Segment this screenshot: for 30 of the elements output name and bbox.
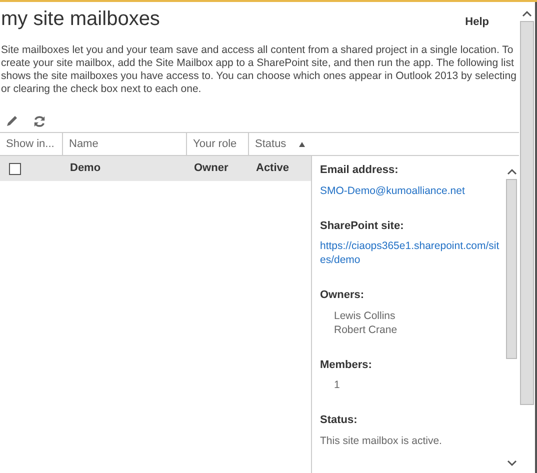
column-header[interactable]: Your role	[186, 133, 248, 155]
scroll-up-icon[interactable]	[506, 168, 516, 175]
field-label: Members:	[320, 358, 373, 372]
column-header[interactable]: Name	[62, 133, 186, 155]
checkbox[interactable]	[9, 162, 21, 174]
page-title: my site mailboxes	[0, 7, 160, 32]
column-header[interactable]: Show in...	[0, 133, 62, 155]
scrollbar-thumb[interactable]	[506, 179, 517, 359]
table-row[interactable]: Demo Owner Active	[0, 156, 311, 181]
scrollbar-thumb[interactable]	[520, 21, 534, 405]
status-text: This site mailbox is active.	[320, 434, 443, 448]
scroll-down-icon[interactable]	[506, 460, 516, 467]
column-header[interactable]: Status	[248, 133, 311, 155]
pencil-icon[interactable]	[5, 114, 19, 128]
field-label: Email address:	[320, 163, 400, 178]
link[interactable]: https://ciaops365e1.sharepoint.com/sites/demo	[320, 239, 505, 267]
list-item: 1	[333, 378, 341, 392]
list-item: Lewis Collins	[333, 308, 396, 322]
description: Site mailboxes let you and your team save and access all content from a shared project in a single location. To create your site mailbox, add the Site Mailbox app to a SharePoint site, and then run the app. The following list shows the site mailboxes you have access to. You can choose which ones appear in Outlook 2013 by selecting or clearing the check box next to each one.	[0, 44, 518, 96]
link[interactable]: SMO-Demo@kumoalliance.net	[320, 184, 505, 198]
scroll-up-icon[interactable]	[522, 10, 532, 17]
field-label: Status:	[320, 413, 358, 428]
table-cell: Demo	[70, 162, 101, 174]
table-cell: Active	[256, 162, 290, 174]
list-item: Robert Crane	[333, 322, 398, 336]
field-label: SharePoint site:	[320, 218, 405, 234]
table-cell: Owner	[194, 162, 228, 174]
refresh-icon[interactable]	[33, 114, 46, 128]
help-link[interactable]: Help	[465, 14, 489, 30]
field-label: Owners:	[320, 288, 366, 303]
